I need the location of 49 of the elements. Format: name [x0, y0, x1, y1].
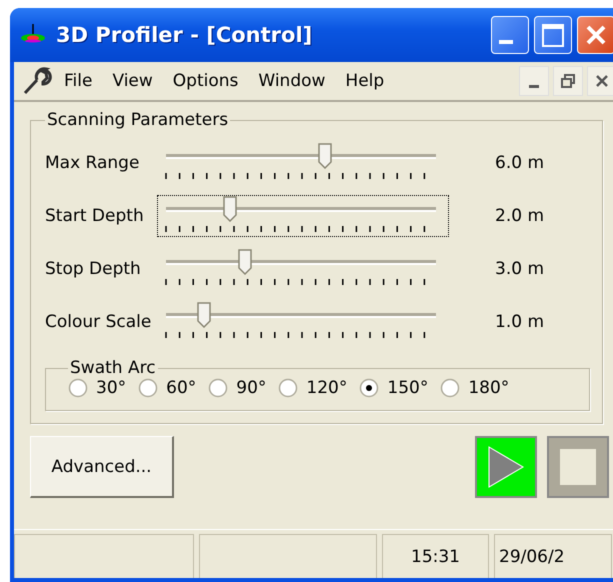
- slider-label: Max Range: [45, 152, 140, 172]
- radio-button[interactable]: [278, 378, 298, 398]
- menu-item[interactable]: File: [64, 71, 92, 91]
- menu-item[interactable]: Window: [258, 71, 326, 91]
- stop-icon: [560, 449, 596, 485]
- minimize-icon: [529, 84, 539, 88]
- slider-label: Stop Depth: [45, 258, 142, 278]
- close-button[interactable]: [587, 66, 613, 96]
- radio-button[interactable]: [138, 378, 158, 398]
- slider-thumb[interactable]: [318, 142, 332, 168]
- radio-button[interactable]: [440, 378, 460, 398]
- radio-button[interactable]: [208, 378, 228, 398]
- wrench-icon: [22, 66, 54, 96]
- slider-label: Colour Scale: [45, 312, 152, 332]
- close-icon: [595, 74, 609, 88]
- slider-thumb[interactable]: [222, 196, 237, 222]
- group-title: Scanning Parameters: [46, 110, 230, 130]
- play-icon: [486, 445, 526, 489]
- slider[interactable]: [157, 194, 449, 236]
- slider-thumb[interactable]: [238, 248, 252, 274]
- slider-label: Start Depth: [45, 206, 145, 226]
- menu-item[interactable]: Help: [345, 71, 384, 91]
- close-icon: [584, 23, 608, 47]
- status-date: 29/06/2: [494, 534, 612, 578]
- window-title: 3D Profiler - [Control]: [56, 23, 312, 47]
- radio-label: 90°: [236, 378, 266, 398]
- radio-label: 180°: [468, 378, 510, 398]
- radio-label: 150°: [387, 378, 428, 398]
- play-button[interactable]: [475, 436, 537, 498]
- menu-item[interactable]: Options: [172, 71, 238, 91]
- restore-icon: [561, 74, 575, 88]
- stop-button[interactable]: [547, 436, 609, 498]
- radio-button[interactable]: [68, 378, 88, 398]
- status-time: 15:31: [382, 534, 489, 578]
- advanced-button[interactable]: Advanced...: [30, 436, 174, 498]
- radio-label: 60°: [166, 378, 196, 398]
- restore-button[interactable]: [553, 66, 583, 96]
- slider-value: 2.0 m: [495, 206, 544, 226]
- radio-label: 120°: [306, 378, 348, 398]
- radio-button[interactable]: [359, 378, 380, 398]
- slider-thumb[interactable]: [196, 302, 211, 328]
- minimize-button[interactable]: [519, 66, 549, 96]
- slider-value: 6.0 m: [495, 152, 544, 172]
- slider-value: 3.0 m: [495, 258, 544, 278]
- radio-label: 30°: [96, 378, 126, 398]
- maximize-button[interactable]: [534, 16, 572, 54]
- group-title: Swath Arc: [69, 358, 157, 378]
- menu-item[interactable]: View: [112, 71, 153, 91]
- slider-value: 1.0 m: [495, 312, 544, 332]
